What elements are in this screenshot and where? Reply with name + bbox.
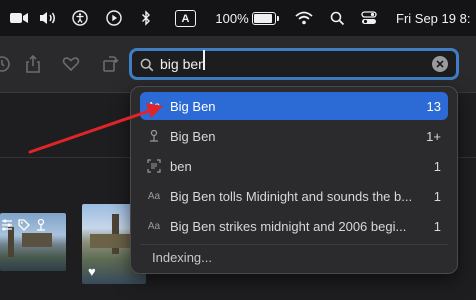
battery-icon[interactable] (251, 9, 279, 27)
close-icon (436, 60, 444, 68)
suggestion-count: 1 (433, 158, 441, 174)
screen-record-icon[interactable] (8, 9, 30, 27)
thumbnail-overlay-icons (0, 218, 48, 232)
scan-text-icon (146, 158, 162, 174)
battery-percentage: 100% (215, 10, 249, 26)
battery-fill (254, 13, 272, 23)
search-input[interactable] (160, 54, 430, 74)
search-suggestions-popup: Aa Big Ben 13 Big Ben 1+ ben 1 Aa Big Be… (130, 86, 458, 274)
indexing-status: Indexing... (152, 250, 212, 265)
building-shape (22, 233, 52, 247)
search-field[interactable] (129, 48, 459, 80)
suggestion-label: Big Ben (170, 128, 216, 144)
suggestion-count: 1 (433, 218, 441, 234)
bluetooth-icon[interactable] (139, 9, 153, 27)
menubar-clock[interactable]: Fri Sep 19 8: (396, 9, 476, 27)
favorite-heart-icon: ♥ (88, 264, 96, 279)
suggestion-item[interactable]: Aa Big Ben 13 (140, 92, 448, 120)
accessibility-icon[interactable] (71, 9, 89, 27)
wifi-icon[interactable] (294, 9, 314, 27)
suggestion-count: 1+ (426, 128, 441, 144)
suggestion-count: 1 (433, 188, 441, 204)
suggestion-label: Big Ben strikes midnight and 2006 begi..… (170, 218, 407, 234)
play-circle-icon[interactable] (105, 9, 123, 27)
photos-toolbar (0, 36, 476, 93)
suggestion-count: 13 (426, 98, 441, 114)
battery-level (252, 11, 279, 25)
text-icon: Aa (147, 190, 161, 202)
suggestion-label: ben (170, 158, 192, 174)
suggestion-label: Big Ben tolls Midinight and sounds the b… (170, 188, 413, 204)
share-icon[interactable] (23, 54, 43, 74)
popup-divider (140, 244, 448, 245)
spotlight-search-icon[interactable] (329, 9, 345, 27)
suggestion-label: Big Ben (170, 98, 216, 114)
menu-bar: A 100% Fri Sep 19 8: (0, 0, 476, 36)
location-pin-icon (37, 218, 45, 231)
keyboard-input-icon[interactable]: A (175, 10, 196, 27)
suggestion-item[interactable]: Big Ben 1+ (140, 122, 448, 150)
text-cursor (203, 50, 205, 70)
text-icon: Aa (147, 100, 161, 112)
rotate-crop-icon[interactable] (100, 54, 120, 74)
tag-icon (18, 219, 30, 231)
suggestion-item[interactable]: Aa Big Ben tolls Midinight and sounds th… (140, 182, 448, 210)
search-icon (140, 58, 154, 77)
control-center-icon[interactable] (360, 9, 378, 27)
suggestion-item[interactable]: Aa Big Ben strikes midnight and 2006 beg… (140, 212, 448, 240)
favorite-heart-icon[interactable] (61, 54, 81, 74)
volume-icon[interactable] (38, 9, 58, 27)
text-icon: Aa (147, 220, 161, 232)
suggestion-item[interactable]: ben 1 (140, 152, 448, 180)
location-pin-icon (146, 128, 162, 144)
clear-search-button[interactable] (432, 56, 448, 72)
adjustments-icon (2, 219, 12, 231)
rotate-icon[interactable] (0, 54, 12, 74)
